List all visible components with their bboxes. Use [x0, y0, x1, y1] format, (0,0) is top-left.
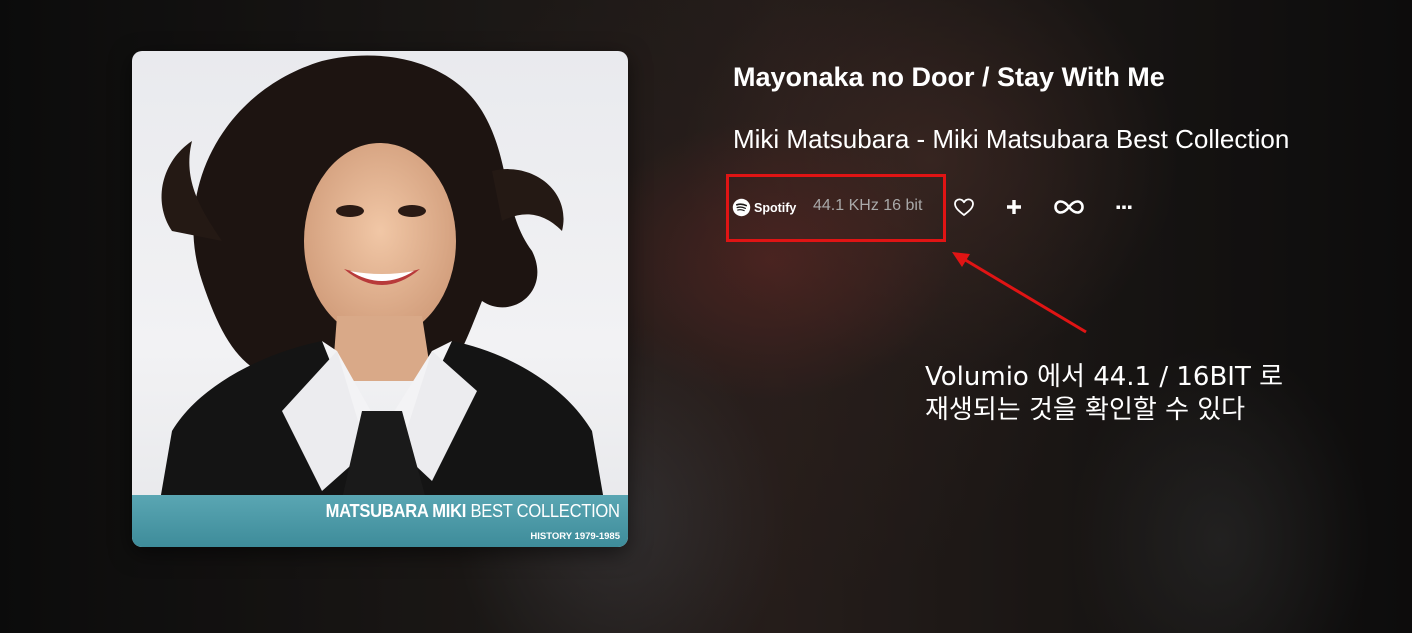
annotation-note: Volumio 에서 44.1 / 16BIT 로 재생되는 것을 확인할 수 …: [925, 361, 1283, 427]
annotation-line-2: 재생되는 것을 확인할 수 있다: [925, 395, 1246, 425]
album-art: MATSUBARA MIKI BEST COLLECTION HISTORY 1…: [132, 51, 628, 547]
album-cover-title-bold: MATSUBARA MIKI: [325, 501, 467, 521]
album-cover-title-light: BEST COLLECTION: [470, 501, 621, 521]
plus-icon[interactable]: [1002, 195, 1026, 219]
annotation-arrow: [952, 252, 1087, 334]
annotation-line-1: Volumio 에서 44.1 / 16BIT 로: [925, 362, 1284, 392]
more-icon[interactable]: [1112, 195, 1136, 219]
album-cover-subtitle: HISTORY 1979-1985: [530, 531, 620, 542]
annotation-highlight-box: [726, 174, 946, 242]
heart-icon[interactable]: [952, 195, 976, 219]
track-artist-album: Miki Matsubara - Miki Matsubara Best Col…: [733, 124, 1290, 154]
album-cover-title: MATSUBARA MIKI BEST COLLECTION: [326, 501, 620, 522]
repeat-icon[interactable]: [1052, 195, 1086, 219]
album-portrait: [152, 55, 612, 547]
track-title: Mayonaka no Door / Stay With Me: [733, 62, 1165, 92]
